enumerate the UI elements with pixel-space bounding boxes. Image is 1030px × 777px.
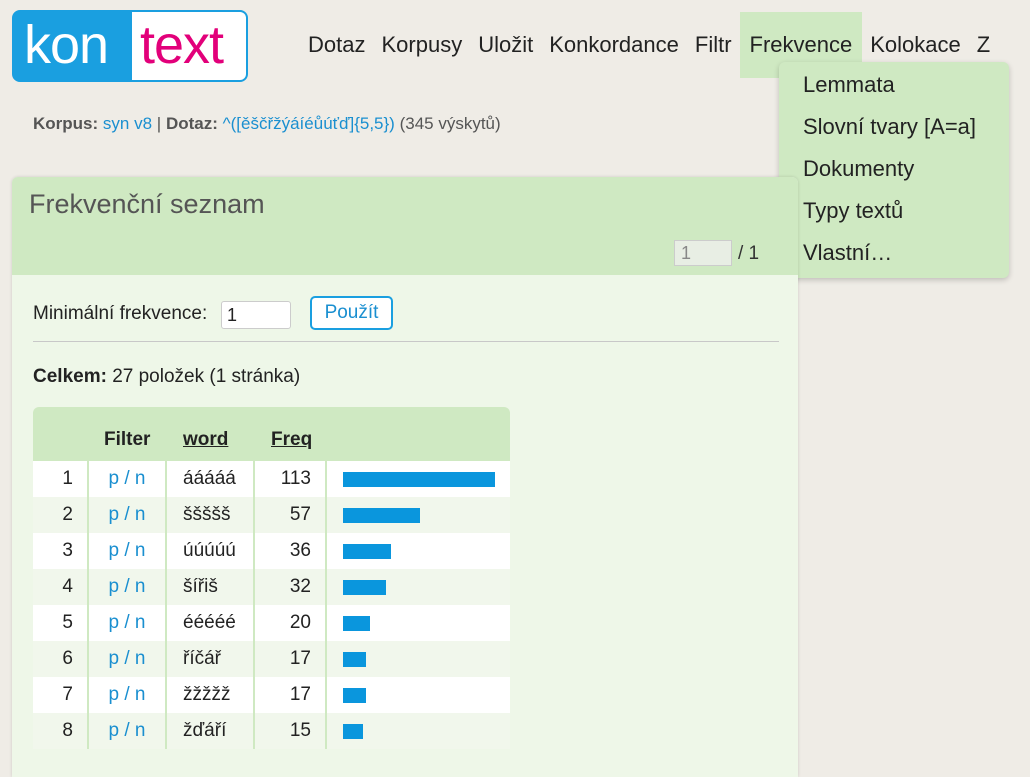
page-number-input[interactable]: 1 [674,240,732,266]
bar-cell [327,641,510,677]
frequency-bar [343,472,495,487]
table-body: 1p / n ááááá 113 2 p / n ššššš 57 3 p / n úúúúú 36… [33,461,510,749]
row-number: 8 [33,713,89,749]
logo-part-kon: kon [24,15,109,75]
menu-item-slovni-tvary[interactable]: Slovní tvary [A=a] [779,106,1009,148]
freq-cell: 20 [255,605,327,641]
menu-item-lemmata[interactable]: Lemmata [779,64,1009,106]
row-number: 6 [33,641,89,677]
query-label: Dotaz: [165,114,218,133]
breadcrumb-separator: | [156,114,162,133]
freq-cell: 32 [255,569,327,605]
filter-links[interactable]: p / n [89,461,167,497]
nav-korpusy[interactable]: Korpusy [373,12,470,78]
frequency-bar [343,724,363,739]
row-number: 1 [33,461,89,497]
word-cell: žžžžž [167,677,255,713]
menu-item-typy-textu[interactable]: Typy textů [779,190,1009,232]
nav-ulozit[interactable]: Uložit [470,12,541,78]
breadcrumb: Korpus: syn v8 | Dotaz: ^([ěščřžýáíéůúťď… [33,114,501,134]
nav-konkordance[interactable]: Konkordance [541,12,687,78]
word-cell: ááááá [167,461,255,497]
freq-cell: 17 [255,677,327,713]
word-cell: šířiš [167,569,255,605]
kontext-logo[interactable]: kon text [12,10,248,82]
panel-title: Frekvenční seznam [29,189,265,219]
table-row: 8p / n žďáří 15 [33,713,510,749]
bar-cell [327,605,510,641]
frequency-bar [343,652,366,667]
frequency-bar [343,688,366,703]
corpus-label: Korpus: [33,114,99,133]
query-link[interactable]: ^([ěščřžýáíéůúťď]{5,5}) [223,114,395,133]
frequency-bar [343,544,391,559]
freq-cell: 57 [255,497,327,533]
filter-links[interactable]: p / n [89,641,167,677]
filter-links[interactable]: p / n [89,497,167,533]
frekvence-dropdown: Lemmata Slovní tvary [A=a] Dokumenty Typ… [779,62,1009,278]
min-freq-input[interactable]: 1 [221,301,291,329]
frequency-bar [343,580,386,595]
summary: Celkem: 27 položek (1 stránka) [33,366,300,388]
row-number: 4 [33,569,89,605]
summary-text: 27 položek (1 stránka) [112,366,301,387]
corpus-link[interactable]: syn v8 [103,114,152,133]
bar-cell [327,677,510,713]
hits-count: (345 výskytů) [399,114,501,133]
frequency-bar [343,508,420,523]
word-cell: ééééé [167,605,255,641]
filter-links[interactable]: p / n [89,569,167,605]
freq-cell: 36 [255,533,327,569]
table-row: 6p / n říčář 17 [33,641,510,677]
frequency-bar [343,616,370,631]
freq-cell: 17 [255,641,327,677]
table-row: 1p / n ááááá 113 [33,461,510,497]
bar-cell [327,713,510,749]
filter-links[interactable]: p / n [89,605,167,641]
min-freq-label: Minimální frekvence: [33,303,208,324]
col-header-word[interactable]: word [183,429,228,451]
word-cell: úúúúú [167,533,255,569]
bar-cell [327,533,510,569]
divider [33,341,779,342]
word-cell: ššššš [167,497,255,533]
summary-label: Celkem: [33,366,107,387]
logo-part-text: text [132,12,246,80]
freq-cell: 113 [255,461,327,497]
table-header: Filter word Freq [33,407,510,461]
table-row: 3p / n úúúúú 36 [33,533,510,569]
table-row: 2p / n ššššš 57 [33,497,510,533]
row-number: 2 [33,497,89,533]
filter-links[interactable]: p / n [89,677,167,713]
col-header-freq[interactable]: Freq [271,429,312,451]
page-total: / 1 [738,243,760,264]
frequency-table: Filter word Freq 1p / n ááááá 113 2 p / n ššš… [33,407,510,749]
word-cell: říčář [167,641,255,677]
filter-links[interactable]: p / n [89,713,167,749]
table-row: 4p / n šířiš 32 [33,569,510,605]
bar-cell [327,497,510,533]
nav-filtr[interactable]: Filtr [687,12,740,78]
col-header-filter: Filter [104,429,151,450]
word-cell: žďáří [167,713,255,749]
filter-links[interactable]: p / n [89,533,167,569]
menu-item-dokumenty[interactable]: Dokumenty [779,148,1009,190]
row-number: 3 [33,533,89,569]
bar-cell [327,569,510,605]
table-row: 7p / n žžžžž 17 [33,677,510,713]
panel-header: Frekvenční seznam 1 / 1 [12,177,798,275]
menu-item-vlastni[interactable]: Vlastní… [779,232,1009,274]
apply-button[interactable]: Použít [310,296,393,330]
frequency-panel: Frekvenční seznam 1 / 1 Minimální frekve… [12,177,798,777]
row-number: 5 [33,605,89,641]
nav-dotaz[interactable]: Dotaz [300,12,373,78]
bar-cell [327,461,510,497]
table-row: 5p / n ééééé 20 [33,605,510,641]
row-number: 7 [33,677,89,713]
freq-cell: 15 [255,713,327,749]
